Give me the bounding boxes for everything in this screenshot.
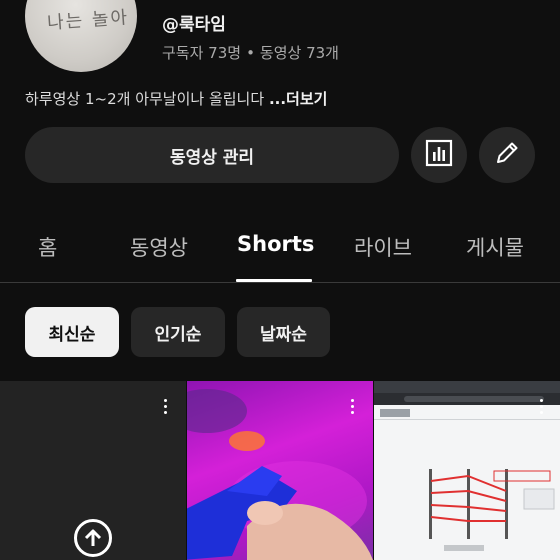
upload-icon	[74, 519, 112, 557]
chip-popular[interactable]: 인기순	[131, 307, 225, 357]
description-text: 하루영상 1~2개 아무날이나 올립니다	[25, 90, 265, 108]
channel-description[interactable]: 하루영상 1~2개 아무날이나 올립니다 ...더보기	[25, 88, 327, 109]
video-frame-image	[374, 381, 560, 560]
manage-videos-button[interactable]: 동영상 관리	[25, 127, 399, 183]
subscriber-count: 구독자 73명	[162, 44, 242, 62]
channel-tabs: 홈 동영상 Shorts 라이브 게시물	[0, 218, 560, 282]
bar-chart-icon	[424, 138, 454, 172]
shorts-grid	[0, 381, 560, 560]
manage-videos-label: 동영상 관리	[169, 147, 255, 168]
short-thumbnail[interactable]	[187, 381, 373, 560]
channel-avatar[interactable]: 나는 놀아	[25, 0, 137, 72]
chip-latest[interactable]: 최신순	[25, 307, 119, 357]
channel-handle: @룩타임	[162, 15, 226, 35]
stats-separator: •	[246, 44, 255, 62]
more-options-icon[interactable]	[162, 399, 168, 414]
channel-stats: 구독자 73명 • 동영상 73개	[162, 42, 339, 63]
more-link[interactable]: ...더보기	[269, 90, 328, 108]
video-count: 동영상 73개	[259, 44, 339, 62]
avatar-handwriting: 나는 놀아	[46, 7, 130, 34]
pencil-icon	[492, 138, 522, 172]
more-options-icon[interactable]	[349, 399, 355, 414]
tab-videos[interactable]: 동영상	[130, 232, 188, 262]
video-frame-image	[187, 389, 373, 560]
edit-channel-button[interactable]	[479, 127, 535, 183]
tab-live[interactable]: 라이브	[354, 232, 412, 262]
chip-oldest[interactable]: 날짜순	[237, 307, 330, 357]
short-thumbnail[interactable]	[374, 381, 560, 560]
analytics-button[interactable]	[411, 127, 467, 183]
tab-shorts[interactable]: Shorts	[237, 232, 314, 256]
tab-posts[interactable]: 게시물	[466, 232, 524, 262]
tabs-divider	[0, 282, 560, 283]
short-thumbnail[interactable]	[0, 381, 186, 560]
more-options-icon[interactable]	[538, 399, 544, 414]
tab-home[interactable]: 홈	[38, 232, 57, 262]
